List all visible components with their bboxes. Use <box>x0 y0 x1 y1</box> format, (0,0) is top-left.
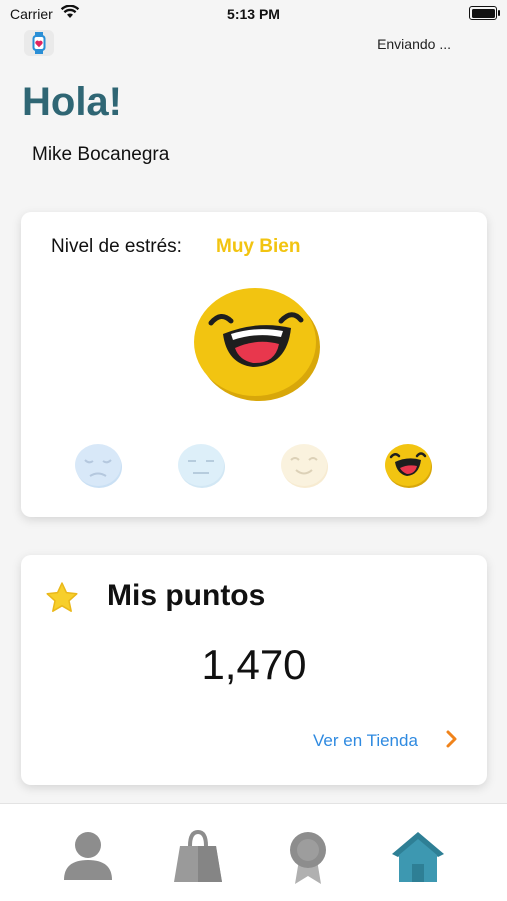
star-icon <box>46 582 78 612</box>
smile-face-icon[interactable] <box>279 440 329 490</box>
battery-icon <box>469 6 500 20</box>
points-card: Mis puntos 1,470 Ver en Tienda <box>21 555 487 785</box>
stress-level-value: Muy Bien <box>216 236 301 257</box>
profile-icon[interactable] <box>58 826 118 886</box>
sad-face-icon[interactable] <box>73 440 123 490</box>
stress-level-card: Nivel de estrés: Muy Bien <box>21 212 487 517</box>
laugh-face-icon[interactable] <box>383 440 433 490</box>
sync-status-text: Enviando ... <box>377 36 451 52</box>
watch-heart-icon <box>32 32 46 54</box>
points-title: Mis puntos <box>107 579 266 612</box>
home-icon[interactable] <box>388 826 448 886</box>
award-icon[interactable] <box>278 826 338 886</box>
status-bar: Carrier 5:13 PM <box>0 0 507 28</box>
user-name: Mike Bocanegra <box>32 144 170 165</box>
store-link[interactable]: Ver en Tienda <box>313 731 418 751</box>
watch-sync-button[interactable] <box>24 30 54 56</box>
shopping-bag-icon[interactable] <box>168 826 228 886</box>
laughing-face-icon <box>194 288 320 401</box>
stress-level-label: Nivel de estrés: <box>51 236 182 257</box>
chevron-right-icon[interactable] <box>445 728 459 750</box>
greeting-title: Hola! <box>22 80 122 124</box>
points-value: 1,470 <box>201 641 307 688</box>
tab-bar <box>0 803 507 901</box>
neutral-face-icon[interactable] <box>176 440 226 490</box>
clock-time: 5:13 PM <box>227 6 280 22</box>
